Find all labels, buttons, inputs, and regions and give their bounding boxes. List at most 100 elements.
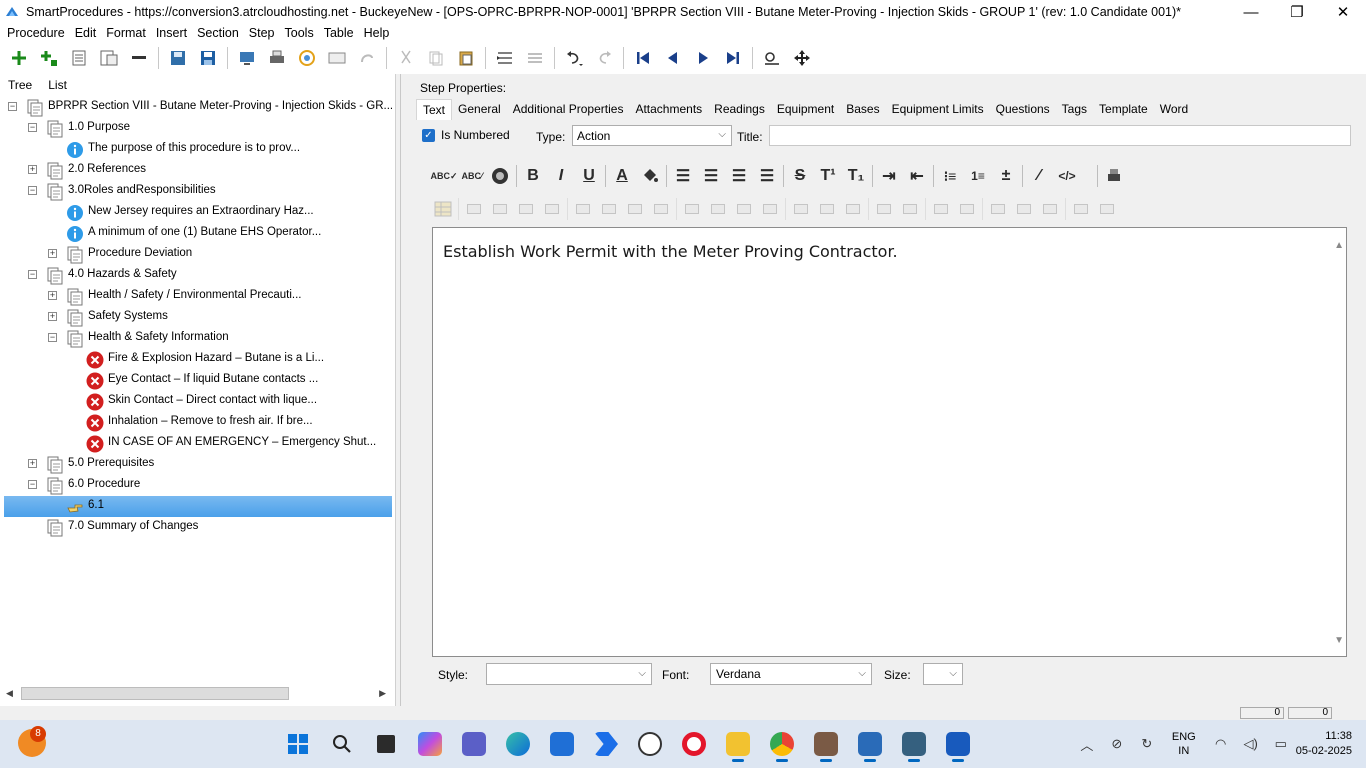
highlight-fill-icon[interactable] <box>636 162 664 190</box>
font-select[interactable]: Verdana ⌵ <box>710 663 872 685</box>
tree-node[interactable]: Fire & Explosion Hazard – Butane is a Li… <box>4 349 392 370</box>
table-column-icon[interactable] <box>622 198 648 220</box>
underline-icon[interactable]: U <box>575 162 603 190</box>
align-left-icon[interactable]: ☰ <box>669 162 697 190</box>
collapse-icon[interactable]: − <box>28 480 37 489</box>
dell-icon[interactable] <box>628 726 672 762</box>
row-below-icon[interactable] <box>814 198 840 220</box>
subscript-icon[interactable]: T₁ <box>842 162 870 190</box>
bullet-list-icon[interactable]: ⁝≡ <box>936 162 964 190</box>
indent-list-icon[interactable] <box>94 44 124 72</box>
menu-tools[interactable]: Tools <box>280 26 319 40</box>
teams-icon[interactable] <box>452 726 496 762</box>
spellcheck-icon[interactable] <box>292 44 322 72</box>
menu-step[interactable]: Step <box>244 26 280 40</box>
bold-icon[interactable]: B <box>519 162 547 190</box>
scroll-up-icon[interactable]: ▲ <box>1334 240 1344 251</box>
cell-valign-bottom-icon[interactable] <box>1037 198 1063 220</box>
add-child-icon[interactable] <box>34 44 64 72</box>
redo-disabled-icon[interactable] <box>352 44 382 72</box>
preview-icon[interactable] <box>322 44 352 72</box>
tree-node[interactable]: − 4.0 Hazards & Safety <box>4 265 392 286</box>
size-select[interactable]: ⌵ <box>923 663 963 685</box>
tree-node[interactable]: IN CASE OF AN EMERGENCY – Emergency Shut… <box>4 433 392 454</box>
indent-increase-icon[interactable]: ⇥ <box>875 162 903 190</box>
justify-icon[interactable]: ☰ <box>753 162 781 190</box>
spellcheck-options-icon[interactable]: ABC⁄ <box>458 162 486 190</box>
collapse-all-icon[interactable] <box>520 44 550 72</box>
insert-col-left-icon[interactable] <box>679 198 705 220</box>
is-numbered-checkbox[interactable]: ✓ Is Numbered <box>422 128 510 142</box>
outdent-list-icon[interactable] <box>64 44 94 72</box>
expand-icon[interactable]: + <box>48 291 57 300</box>
tab-additional-properties[interactable]: Additional Properties <box>507 99 630 120</box>
chevron-up-icon[interactable]: ︿ <box>1076 733 1098 755</box>
delete-col-icon[interactable] <box>731 198 757 220</box>
delete-icon[interactable] <box>124 44 154 72</box>
align-right-icon[interactable]: ☰ <box>725 162 753 190</box>
tab-questions[interactable]: Questions <box>990 99 1056 120</box>
type-select[interactable]: Action ⌵ <box>572 125 732 146</box>
menu-edit[interactable]: Edit <box>70 26 102 40</box>
remote-desktop-icon[interactable] <box>892 726 936 762</box>
first-icon[interactable] <box>628 44 658 72</box>
scroll-right-icon[interactable]: ▶ <box>379 688 386 699</box>
column-width-icon[interactable] <box>1068 198 1094 220</box>
table-cell-icon[interactable] <box>570 198 596 220</box>
cell-align-center-icon[interactable] <box>954 198 980 220</box>
volume-icon[interactable]: ◁) <box>1240 733 1262 755</box>
tab-word[interactable]: Word <box>1154 99 1194 120</box>
clock[interactable]: 11:38 05-02-2025 <box>1296 729 1352 759</box>
tab-template[interactable]: Template <box>1093 99 1154 120</box>
tree-node[interactable]: Eye Contact – If liquid Butane contacts … <box>4 370 392 391</box>
menu-insert[interactable]: Insert <box>151 26 192 40</box>
menu-table[interactable]: Table <box>319 26 359 40</box>
tree-node[interactable]: − 6.0 Procedure <box>4 475 392 496</box>
table-props-icon[interactable] <box>648 198 674 220</box>
tree-node[interactable]: New Jersey requires an Extraordinary Haz… <box>4 202 392 223</box>
italic-icon[interactable]: I <box>547 162 575 190</box>
tab-bases[interactable]: Bases <box>840 99 885 120</box>
color-wheel-icon[interactable] <box>486 162 514 190</box>
find-replace-icon[interactable] <box>757 44 787 72</box>
scroll-down-icon[interactable]: ▼ <box>1334 635 1344 646</box>
tree-node[interactable]: A minimum of one (1) Butane EHS Operator… <box>4 223 392 244</box>
remote-app-icon[interactable] <box>804 726 848 762</box>
tree-node[interactable]: Skin Contact – Direct contact with lique… <box>4 391 392 412</box>
row-height-icon[interactable] <box>1094 198 1120 220</box>
language-indicator[interactable]: ENG IN <box>1172 730 1196 758</box>
undo-icon[interactable] <box>559 44 589 72</box>
row-above-icon[interactable] <box>788 198 814 220</box>
tab-list[interactable]: List <box>40 78 75 94</box>
search-icon[interactable] <box>320 726 364 762</box>
tab-general[interactable]: General <box>452 99 507 120</box>
cell-valign-top-icon[interactable] <box>985 198 1011 220</box>
save-icon[interactable] <box>193 44 223 72</box>
collapse-icon[interactable]: − <box>8 102 17 111</box>
tree-node[interactable]: − BPRPR Section VIII - Butane Meter-Provi… <box>4 97 392 118</box>
tree-node[interactable]: +5.0 Prerequisites <box>4 454 392 475</box>
wifi-icon[interactable]: ◠ <box>1210 733 1232 755</box>
table-merge-icon[interactable] <box>513 198 539 220</box>
tree-node[interactable]: − 1.0 Purpose <box>4 118 392 139</box>
row-delete-icon[interactable] <box>840 198 866 220</box>
tree-node[interactable]: + Procedure Deviation <box>4 244 392 265</box>
print-icon[interactable] <box>262 44 292 72</box>
menu-help[interactable]: Help <box>359 26 395 40</box>
chrome-icon[interactable] <box>760 726 804 762</box>
expand-icon[interactable]: + <box>28 459 37 468</box>
menu-format[interactable]: Format <box>101 26 151 40</box>
checkbox-checked-icon[interactable]: ✓ <box>422 128 435 142</box>
print-preview-icon[interactable] <box>1100 162 1128 190</box>
merge-cells-icon[interactable] <box>871 198 897 220</box>
tab-tree[interactable]: Tree <box>0 78 41 94</box>
tab-tags[interactable]: Tags <box>1056 99 1093 120</box>
tree-node[interactable]: 6.1 <box>4 496 392 517</box>
font-color-icon[interactable]: A <box>608 162 636 190</box>
tree-horizontal-scrollbar[interactable]: ◀ ▶ <box>4 686 388 702</box>
copy-icon[interactable] <box>421 44 451 72</box>
table-split-icon[interactable] <box>487 198 513 220</box>
scrollbar-thumb[interactable] <box>21 687 289 700</box>
store-icon[interactable] <box>540 726 584 762</box>
style-select[interactable]: ⌵ <box>486 663 652 685</box>
